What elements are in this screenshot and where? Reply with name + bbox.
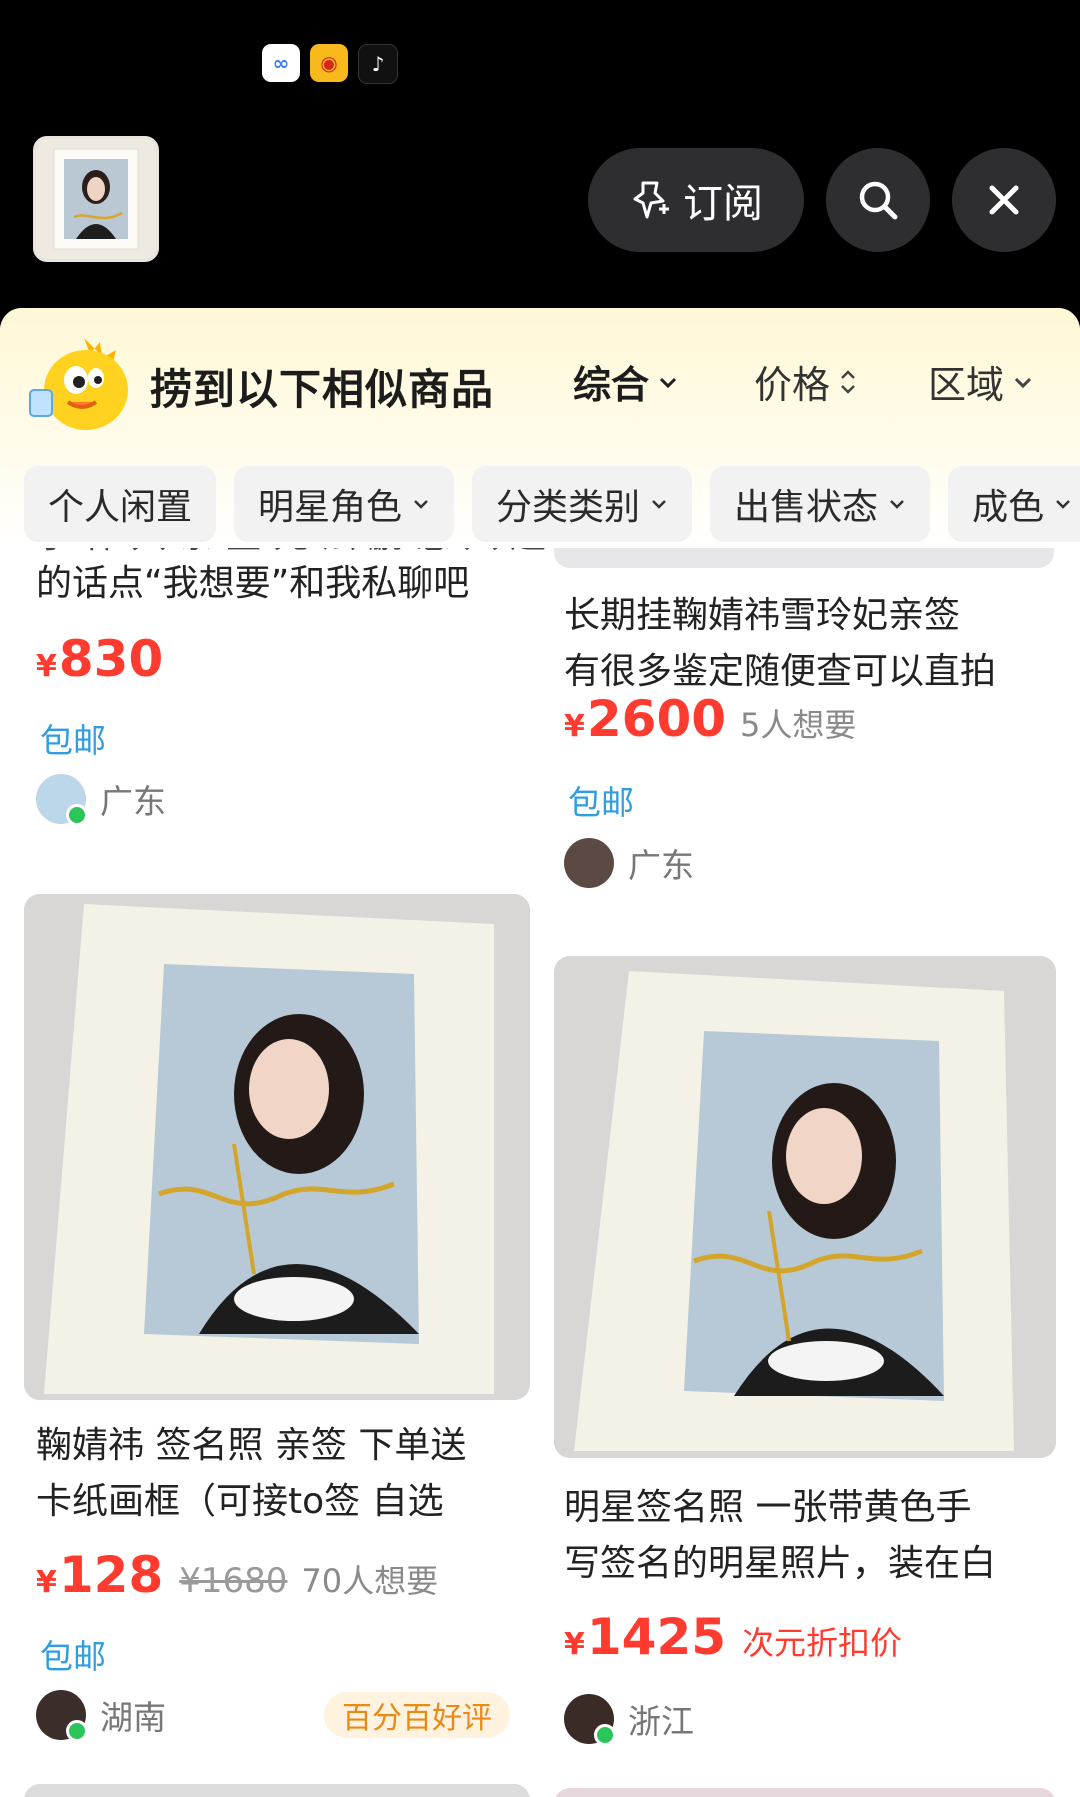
thumbnail-photo — [36, 139, 156, 259]
seller-location: 广东 — [628, 846, 694, 885]
free-shipping-label: 包邮 — [568, 783, 634, 822]
filter-sale-status[interactable]: 出售状态 — [710, 466, 931, 542]
sort-price[interactable]: 价格 — [754, 354, 858, 409]
filter-personal-idle[interactable]: 个人闲置 — [24, 466, 217, 542]
chevron-down-icon — [890, 500, 904, 509]
weibo-icon: ◉ — [310, 44, 348, 82]
chevron-down-icon — [414, 500, 428, 509]
product-price: ¥ 830 — [36, 630, 163, 688]
chevron-down-icon — [652, 500, 666, 509]
product-photo — [554, 548, 1054, 568]
chip-label: 个人闲置 — [48, 487, 193, 528]
product-photo — [554, 956, 1056, 1458]
sort-label: 区域 — [928, 363, 1005, 407]
subscribe-button[interactable]: 订阅 — [588, 148, 804, 252]
product-title-line: 明星签名照 一张带黄色手 — [564, 1487, 972, 1528]
chevron-down-icon — [1056, 500, 1070, 509]
filter-condition[interactable]: 成色 — [948, 466, 1080, 542]
baidu-cloud-icon: ∞ — [262, 44, 300, 82]
tiktok-icon: ♪ — [358, 44, 398, 84]
chip-label: 分类类别 — [496, 487, 641, 528]
close-icon — [989, 185, 1019, 215]
seller-info[interactable]: 广东 — [564, 838, 694, 888]
sheet-header: 捞到以下相似商品 综合 价格 区域 个人闲置 明星角色 分类类别 出售状态 成色 — [0, 308, 1080, 548]
pin-plus-icon — [633, 181, 669, 219]
next-product-photo — [24, 1784, 530, 1797]
product-price: ¥ 1425 次元折扣价 — [564, 1608, 902, 1666]
rating-badge: 百分百好评 — [324, 1692, 510, 1738]
product-photo — [24, 894, 530, 1400]
seller-avatar — [36, 774, 88, 826]
product-title-line: 长期挂鞠婧祎雪玲妃亲签 — [564, 595, 961, 636]
free-shipping-label: 包邮 — [40, 721, 106, 760]
sheet-title: 捞到以下相似商品 — [150, 365, 495, 414]
original-price: ¥1680 — [179, 1561, 288, 1601]
signed-photo-image — [24, 894, 530, 1400]
price-value: 128 — [58, 1546, 164, 1604]
filter-chips: 个人闲置 明星角色 分类类别 出售状态 成色 — [24, 466, 1080, 542]
subscribe-label: 订阅 — [683, 181, 763, 227]
product-grid: 子 祎 只 亲 签 元 法 鹏 感 兴 趣 的话点“我想要”和我私聊吧 ¥ 83… — [0, 548, 1080, 1797]
product-title-line: 写签名的明星照片，装在白 — [564, 1543, 997, 1584]
seller-avatar — [564, 838, 614, 888]
seller-location: 湖南 — [100, 1698, 166, 1737]
chevron-down-icon — [659, 377, 677, 388]
seller-info[interactable]: 广东 — [36, 774, 166, 826]
sort-comprehensive[interactable]: 综合 — [573, 354, 679, 409]
currency-symbol: ¥ — [36, 1565, 57, 1600]
price-value: 830 — [58, 630, 164, 688]
seller-info[interactable]: 湖南 — [36, 1690, 166, 1742]
top-overlay — [0, 0, 1080, 312]
app-icons-row: ∞ ◉ ♪ — [262, 44, 398, 84]
close-button[interactable] — [952, 148, 1056, 252]
search-icon — [859, 181, 898, 220]
product-price: ¥ 2600 5人想要 — [564, 690, 856, 748]
sort-label: 价格 — [754, 363, 831, 407]
product-title-line: 卡纸画框（可接to签 自选 — [36, 1481, 444, 1522]
sort-updown-icon — [841, 369, 855, 394]
currency-symbol: ¥ — [36, 649, 57, 684]
fish-mascot-icon — [29, 338, 128, 430]
want-count: 70人想要 — [301, 1562, 439, 1600]
product-title-line: 鞠婧祎 签名照 亲签 下单送 — [36, 1425, 467, 1466]
product-price: ¥ 128 ¥1680 70人想要 — [36, 1546, 438, 1604]
price-value: 1425 — [586, 1608, 727, 1666]
seller-location: 广东 — [100, 782, 166, 821]
seller-location: 浙江 — [628, 1702, 694, 1741]
sort-region[interactable]: 区域 — [928, 354, 1034, 409]
search-button[interactable] — [826, 148, 930, 252]
results-sheet: 捞到以下相似商品 综合 价格 区域 个人闲置 明星角色 分类类别 出售状态 成色… — [0, 308, 1080, 1797]
seller-avatar — [36, 1690, 88, 1742]
free-shipping-label: 包邮 — [40, 1637, 106, 1676]
signed-photo-image — [554, 956, 1056, 1458]
filter-star-role[interactable]: 明星角色 — [234, 466, 455, 542]
seller-avatar — [564, 1694, 616, 1746]
chip-label: 明星角色 — [258, 487, 403, 528]
search-image-thumbnail[interactable] — [33, 136, 159, 262]
next-product-photo — [554, 1788, 1056, 1797]
sort-label: 综合 — [573, 363, 650, 407]
chip-label: 成色 — [972, 487, 1045, 528]
filter-category[interactable]: 分类类别 — [472, 466, 693, 542]
product-title-line: 的话点“我想要”和我私聊吧 — [36, 563, 470, 604]
chip-label: 出售状态 — [734, 487, 879, 528]
price-value: 2600 — [586, 690, 727, 748]
want-count: 5人想要 — [740, 706, 857, 744]
discount-label: 次元折扣价 — [742, 1624, 903, 1662]
seller-info[interactable]: 浙江 — [564, 1694, 694, 1746]
currency-symbol: ¥ — [564, 709, 585, 744]
chevron-down-icon — [1014, 377, 1032, 388]
currency-symbol: ¥ — [564, 1627, 585, 1662]
